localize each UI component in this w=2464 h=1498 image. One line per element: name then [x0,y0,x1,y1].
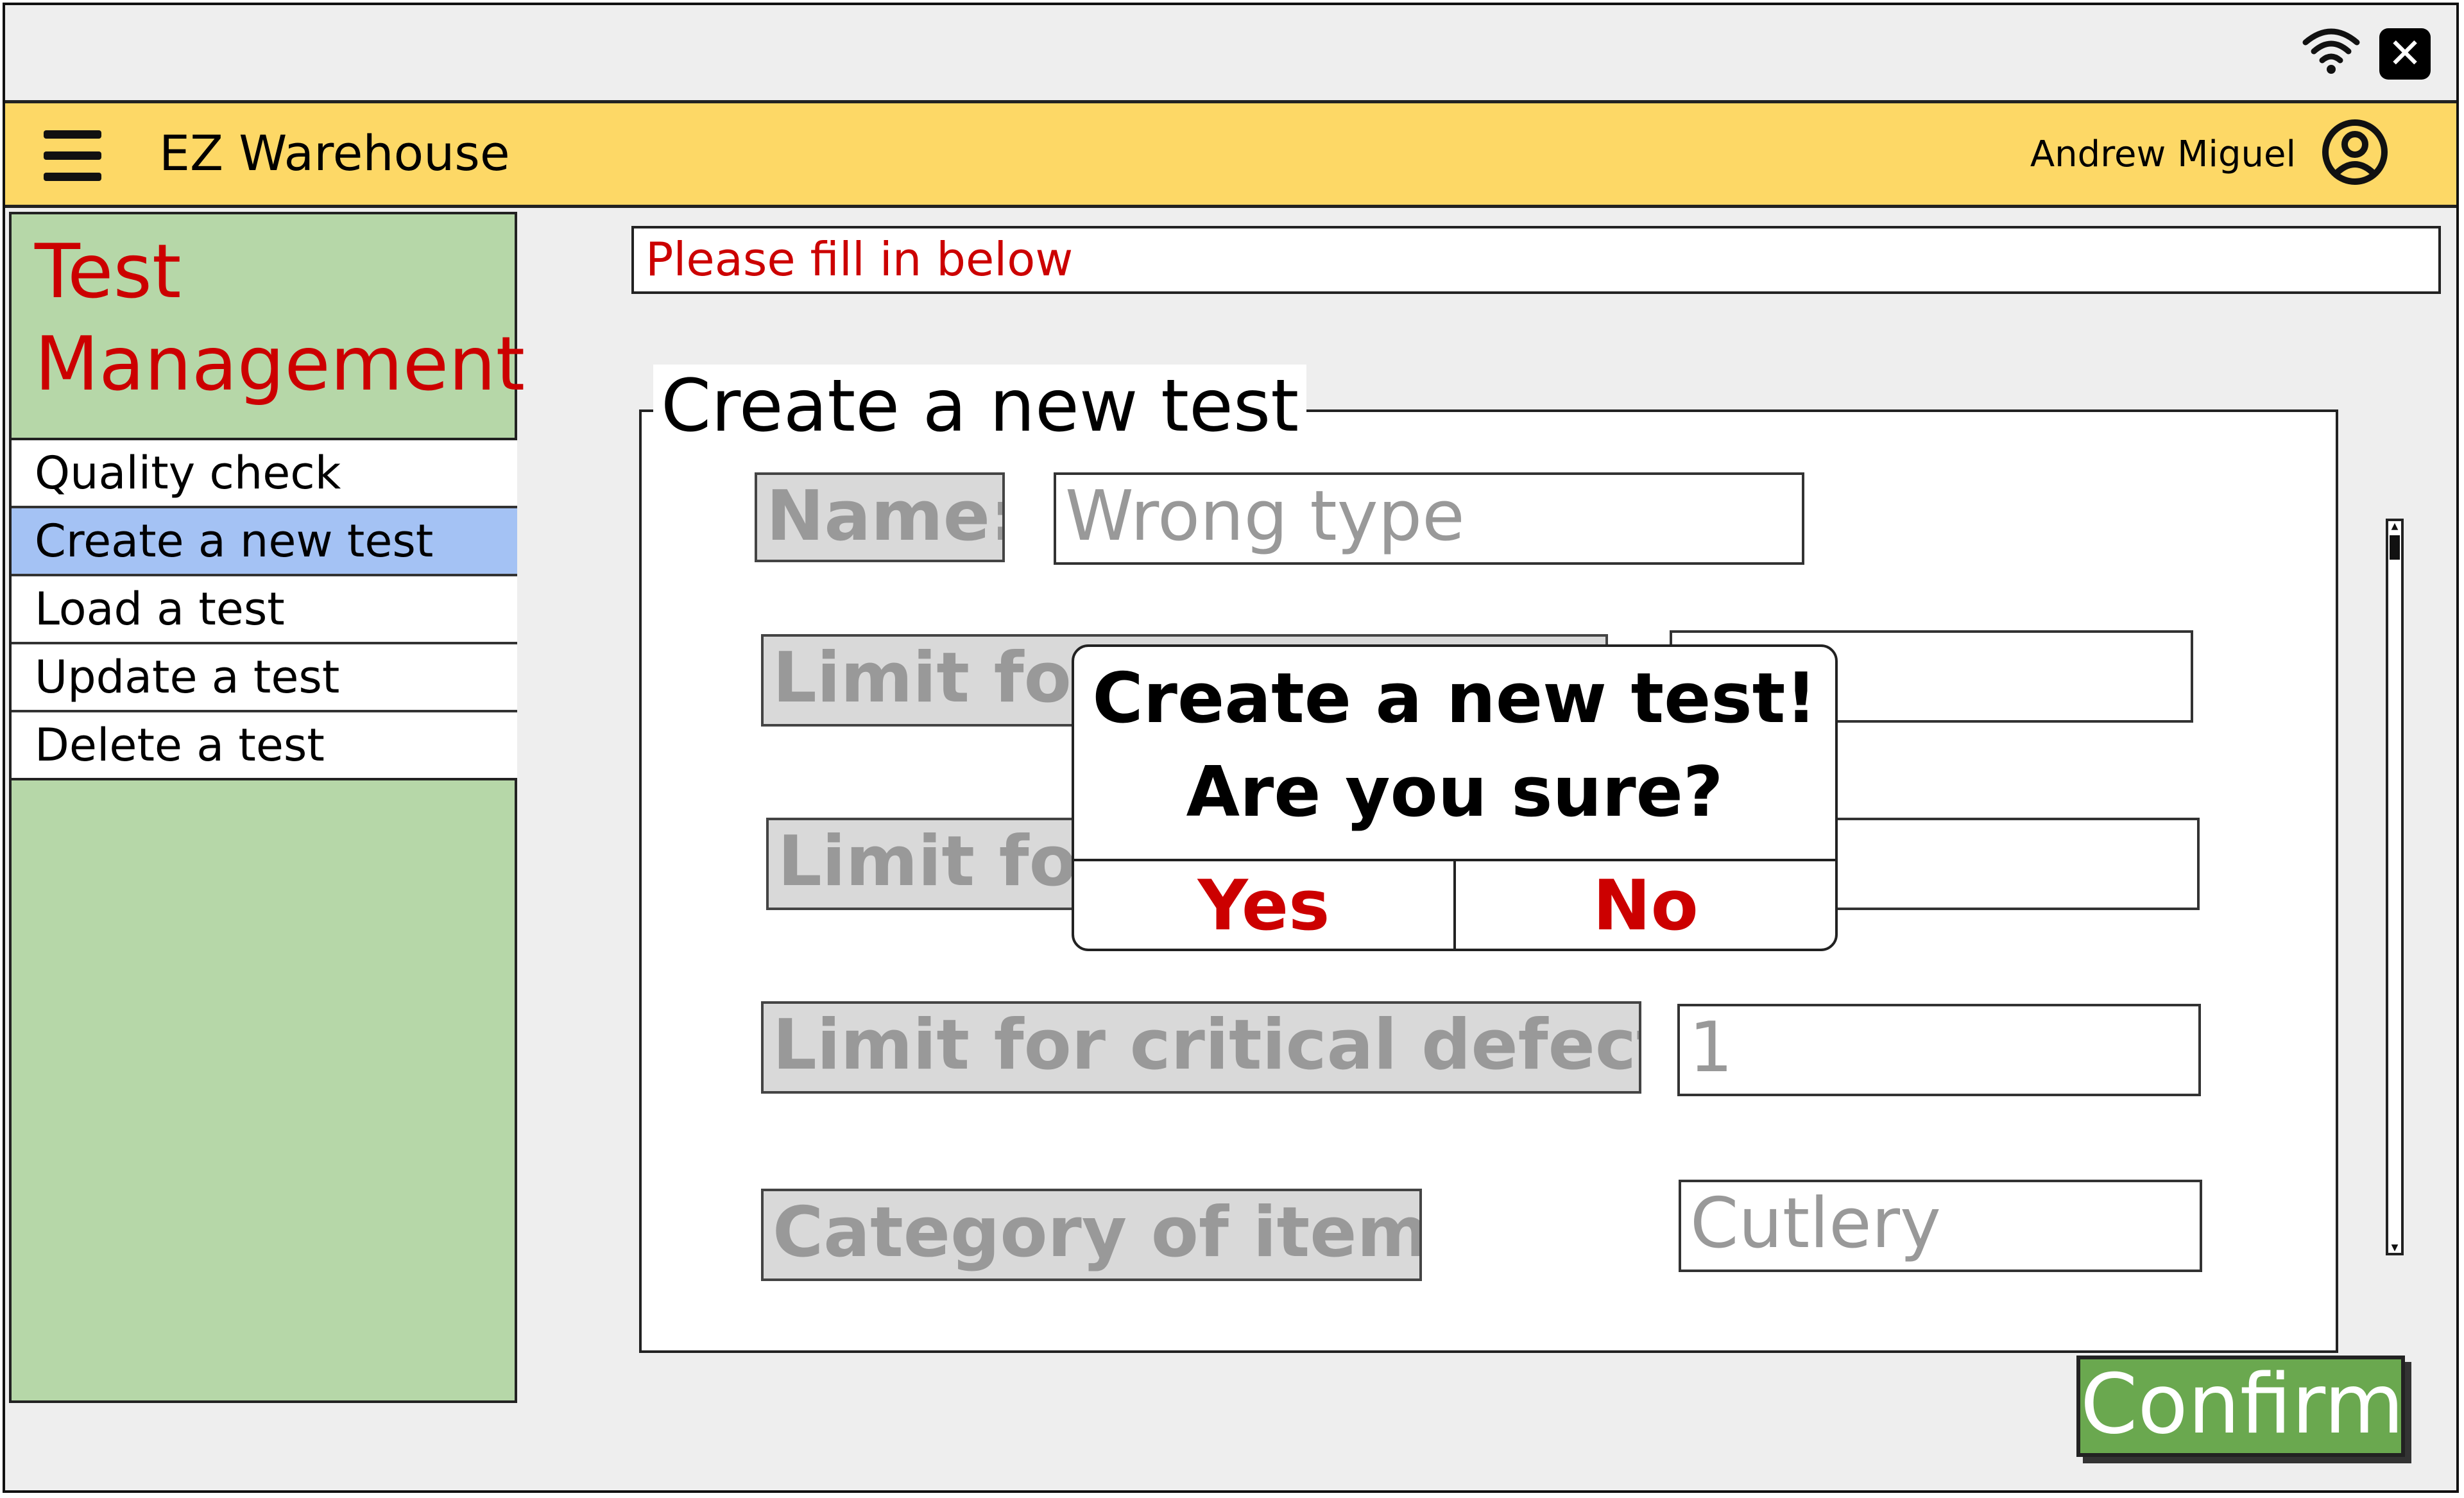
category-input[interactable]: Cutlery [1679,1180,2202,1272]
critical-defects-input[interactable]: 1 [1677,1004,2201,1096]
status-banner: Please fill in below [631,226,2441,294]
confirm-button[interactable]: Confirm [2076,1356,2405,1457]
user-name: Andrew Miguel [2030,133,2296,175]
sidebar-item-delete-test[interactable]: Delete a test [12,712,517,778]
dialog-message: Create a new test! Are you sure? [1074,647,1835,839]
user-avatar-icon[interactable] [2322,119,2388,185]
sidebar-title-line1: Test [35,228,182,315]
dialog-buttons: Yes No [1074,859,1835,951]
dialog-question: Are you sure? [1186,752,1724,832]
panel-scrollbar[interactable]: ▲ ▼ [2386,519,2404,1255]
scroll-down-icon[interactable]: ▼ [2388,1243,2401,1253]
sidebar-title: Test Management [35,226,526,411]
confirm-dialog: Create a new test! Are you sure? Yes No [1072,644,1838,951]
sidebar: Test Management Quality check Create a n… [9,212,526,1403]
app-header: EZ Warehouse Andrew Miguel [5,100,2456,208]
wifi-icon [2302,28,2360,74]
sidebar-menu: Quality check Create a new test Load a t… [12,438,517,780]
sidebar-item-load-test[interactable]: Load a test [12,576,517,644]
sidebar-item-quality-check[interactable]: Quality check [12,440,517,508]
name-label: Name: [755,472,1005,562]
critical-defects-label: Limit for critical defects: [761,1001,1641,1094]
panel-title: Create a new test [653,365,1307,448]
dialog-title: Create a new test! [1092,659,1817,739]
app-window: ✕ EZ Warehouse Andrew Miguel Test Manage… [3,3,2459,1493]
category-label: Category of items: [761,1189,1422,1281]
close-icon[interactable]: ✕ [2379,28,2431,80]
name-input[interactable]: Wrong type [1054,472,1804,565]
sidebar-item-update-test[interactable]: Update a test [12,644,517,712]
scroll-thumb[interactable] [2390,535,2400,560]
sidebar-item-create-new-test[interactable]: Create a new test [12,508,517,576]
dialog-no-button[interactable]: No [1456,861,1835,951]
sidebar-title-line2: Management [35,321,526,408]
scroll-up-icon[interactable]: ▲ [2388,521,2401,531]
app-title: EZ Warehouse [159,125,510,182]
hamburger-menu-icon[interactable] [44,130,101,182]
title-bar: ✕ [5,5,2456,101]
dialog-yes-button[interactable]: Yes [1074,861,1456,951]
